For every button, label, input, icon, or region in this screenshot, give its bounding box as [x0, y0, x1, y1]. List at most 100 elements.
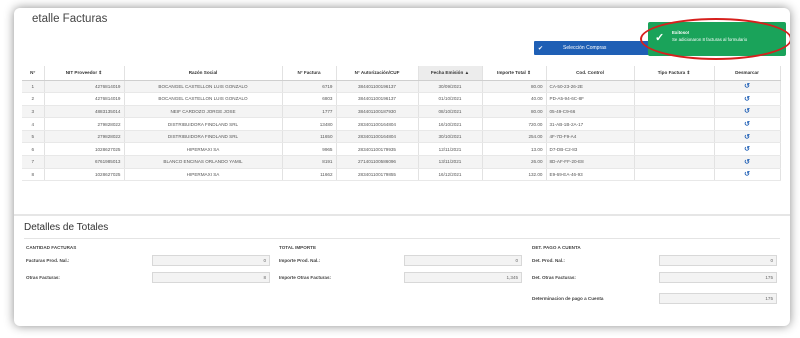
- row-total-amount: 720.00: [482, 117, 547, 131]
- row-control-code: 4F-7D-F9-A4: [546, 130, 635, 144]
- col-nit[interactable]: NIT Proveedor ⇕: [44, 66, 125, 81]
- prod-nal-det-field[interactable]: 0: [659, 255, 777, 266]
- row-razon-social: BLANCO ENCINAS ORLANDO YAMIL: [124, 155, 283, 169]
- table-row: 8 1028627025 HIPERMAXI SA 11662 283401100179…: [22, 168, 781, 182]
- row-nit: 4276814019: [44, 92, 125, 106]
- undo-icon: ↺: [744, 133, 750, 141]
- unmark-button[interactable]: ↺: [714, 142, 781, 157]
- row-control-code: E9-69-EA-46-93: [546, 168, 635, 182]
- row-nit: 1028627025: [44, 142, 125, 157]
- row-invoice-type: [634, 105, 715, 119]
- row-razon-social: DISTRIBUIDORA FINDLAND SRL: [124, 117, 283, 131]
- col-issue-date[interactable]: Fecha Emisión ▲: [418, 66, 483, 81]
- col-unmark: Desmarcar: [714, 66, 781, 81]
- unmark-button[interactable]: ↺: [714, 117, 781, 131]
- row-invoice-number: 9965: [282, 142, 337, 157]
- unmark-button[interactable]: ↺: [714, 105, 781, 119]
- prod-nal-invoices-label: Facturas Prod. Nal.:: [26, 258, 70, 263]
- totals-divider: [24, 238, 780, 239]
- other-invoices-field[interactable]: 8: [152, 272, 270, 283]
- row-invoice-number: 6719: [282, 80, 337, 94]
- row-number: 7: [22, 155, 45, 169]
- row-issue-date: 01/10/2021: [418, 92, 483, 106]
- row-number: 3: [22, 105, 45, 119]
- row-total-amount: 254.00: [482, 130, 547, 144]
- undo-icon: ↺: [744, 95, 750, 103]
- section-divider: [14, 214, 790, 216]
- col-invoice-type[interactable]: Tipo Factura ⇕: [634, 66, 715, 81]
- row-razon-social: BOCANGEL CASTELLON LUIS GONZALO: [124, 80, 283, 94]
- unmark-button[interactable]: ↺: [714, 168, 781, 182]
- table-row: 2 4276814019 BOCANGEL CASTELLON LUIS GONZA…: [22, 92, 781, 106]
- row-invoice-number: 1777: [282, 105, 337, 119]
- prod-nal-invoices-field[interactable]: 0: [152, 255, 270, 266]
- row-number: 1: [22, 80, 45, 94]
- totals-title: Detalles de Totales: [24, 222, 109, 233]
- row-control-code: CA-50-23-26-2E: [546, 80, 635, 94]
- row-authorization: 384401100196137: [336, 92, 419, 106]
- payment-determination-label: Determinacion de pago a Cuenta: [532, 296, 604, 301]
- row-invoice-type: [634, 92, 715, 106]
- other-invoices-label: Otras Facturas:: [26, 275, 60, 280]
- invoice-detail-section: etalle Facturas ✔ Selección Compras ✓ Ex…: [14, 8, 790, 212]
- row-total-amount: 13.00: [482, 142, 547, 157]
- unmark-button[interactable]: ↺: [714, 155, 781, 169]
- row-nit: 1028627025: [44, 168, 125, 182]
- row-nit: 4883135014: [44, 105, 125, 119]
- row-invoice-number: 11662: [282, 168, 337, 182]
- invoice-card: etalle Facturas ✔ Selección Compras ✓ Ex…: [14, 8, 790, 326]
- unmark-button[interactable]: ↺: [714, 80, 781, 94]
- table-row: 1 4276814019 BOCANGEL CASTELLON LUIS GONZA…: [22, 80, 781, 94]
- row-invoice-type: [634, 117, 715, 131]
- other-det-label: Det. Otras Facturas:: [532, 275, 576, 280]
- row-issue-date: 16/12/2021: [418, 168, 483, 182]
- row-razon-social: BOCANGEL CASTELLON LUIS GONZALO: [124, 92, 283, 106]
- undo-icon: ↺: [744, 83, 750, 91]
- row-invoice-number: 11650: [282, 130, 337, 144]
- invoice-table: N° NIT Proveedor ⇕ Razón Social N° Factu…: [22, 66, 781, 182]
- row-issue-date: 12/11/2021: [418, 142, 483, 157]
- undo-icon: ↺: [744, 108, 750, 116]
- col-total-amount[interactable]: Importe Total ⇕: [482, 66, 547, 81]
- other-det-field[interactable]: 175: [659, 272, 777, 283]
- row-nit: 279828022: [44, 117, 125, 131]
- row-razon-social: DISTRIBUIDORA FINDLAND SRL: [124, 130, 283, 144]
- row-issue-date: 30/10/2021: [418, 130, 483, 144]
- row-authorization: 283401100179935: [336, 142, 419, 157]
- row-number: 4: [22, 117, 45, 131]
- table-row: 3 4883135014 NEIF CARDOZO JORGE JOSE 1777 38…: [22, 105, 781, 119]
- row-authorization: 384401100187930: [336, 105, 419, 119]
- other-amount-field[interactable]: 1,345: [404, 272, 522, 283]
- row-number: 8: [22, 168, 45, 182]
- row-authorization: 283401100179855: [336, 168, 419, 182]
- undo-icon: ↺: [744, 171, 750, 179]
- row-number: 6: [22, 142, 45, 157]
- row-total-amount: 40.00: [482, 92, 547, 106]
- unmark-button[interactable]: ↺: [714, 130, 781, 144]
- table-row: 7 6761985013 BLANCO ENCINAS ORLANDO YAMIL 8…: [22, 155, 781, 169]
- col-invoice-number: N° Factura: [282, 66, 337, 81]
- row-issue-date: 30/09/2021: [418, 80, 483, 94]
- row-total-amount: 80.00: [482, 80, 547, 94]
- highlight-circle: [640, 18, 790, 60]
- select-purchases-label: Selección Compras: [563, 45, 607, 51]
- unmark-button[interactable]: ↺: [714, 92, 781, 106]
- row-control-code: 05-49-C9-66: [546, 105, 635, 119]
- row-control-code: 8D-AF-FF-20-E8: [546, 155, 635, 169]
- prod-nal-amount-field[interactable]: 0: [404, 255, 522, 266]
- row-nit: 4276814019: [44, 80, 125, 94]
- select-purchases-button[interactable]: ✔ Selección Compras: [534, 41, 652, 55]
- row-razon-social: HIPERMAXI SA: [124, 142, 283, 157]
- account-payment-heading: DET. PAGO A CUENTA: [532, 245, 581, 250]
- payment-determination-field[interactable]: 175: [659, 293, 777, 304]
- table-header-row: N° NIT Proveedor ⇕ Razón Social N° Factu…: [22, 66, 781, 81]
- row-total-amount: 80.00: [482, 105, 547, 119]
- row-authorization: 384401100196137: [336, 80, 419, 94]
- undo-icon: ↺: [744, 146, 750, 154]
- row-number: 5: [22, 130, 45, 144]
- table-row: 5 279828022 DISTRIBUIDORA FINDLAND SRL 1165…: [22, 130, 781, 144]
- row-total-amount: 26.00: [482, 155, 547, 169]
- row-invoice-number: 8191: [282, 155, 337, 169]
- row-issue-date: 08/10/2021: [418, 105, 483, 119]
- total-amount-heading: TOTAL IMPORTE: [279, 245, 317, 250]
